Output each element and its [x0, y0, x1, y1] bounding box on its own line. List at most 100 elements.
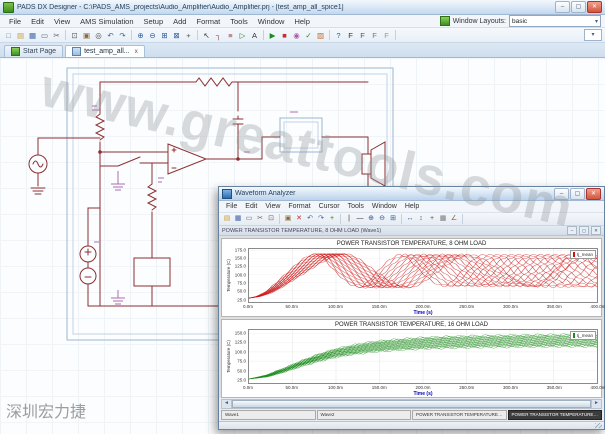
menu-edit[interactable]: Edit — [26, 17, 49, 26]
scrollbar-thumb[interactable] — [232, 400, 591, 408]
copy-icon[interactable]: ⊡ — [266, 214, 276, 224]
supply-sources[interactable] — [80, 208, 100, 306]
output-net-wire[interactable] — [206, 82, 262, 159]
zoom-y-icon[interactable]: ↕ — [416, 214, 426, 224]
check-icon[interactable]: ✓ — [303, 30, 314, 41]
menu-setup[interactable]: Setup — [139, 17, 169, 26]
wave-menu-view[interactable]: View — [261, 203, 284, 210]
undo-icon[interactable]: ↶ — [305, 214, 315, 224]
ground-symbol[interactable] — [111, 171, 125, 190]
add-component-icon[interactable]: ▷ — [237, 30, 248, 41]
tab-start-page[interactable]: Start Page — [4, 45, 63, 57]
paste-icon[interactable]: ▣ — [283, 214, 293, 224]
zoom-in-icon[interactable]: ⊕ — [366, 214, 376, 224]
child-close-button[interactable]: ✕ — [591, 226, 601, 235]
zoom-area-icon[interactable]: ⊠ — [171, 30, 182, 41]
scroll-right-icon[interactable]: ► — [591, 400, 601, 408]
measure-icon[interactable]: ∠ — [449, 214, 459, 224]
color-scheme-icon[interactable]: ▨ — [315, 30, 326, 41]
zoom-full-icon[interactable]: ⊞ — [388, 214, 398, 224]
child-restore-button[interactable]: ▢ — [579, 226, 589, 235]
wave-minimize-button[interactable]: – — [554, 188, 569, 200]
wave-menu-file[interactable]: File — [222, 203, 241, 210]
output-stage-block[interactable] — [280, 118, 322, 152]
wave-titlebar[interactable]: Waveform Analyzer – ▢ ✕ — [219, 187, 604, 201]
delete-icon[interactable]: ✕ — [294, 214, 304, 224]
zoom-out-icon[interactable]: ⊖ — [147, 30, 158, 41]
stop-simulation-icon[interactable]: ■ — [279, 30, 290, 41]
main-titlebar[interactable]: PADS DX Designer - C:\PADS_AMS_projects\… — [0, 0, 605, 15]
redo-icon[interactable]: ↷ — [316, 214, 326, 224]
print-icon[interactable]: ▭ — [39, 30, 50, 41]
plot-area-16ohm[interactable]: tj_mean — [248, 329, 598, 384]
ground-symbol[interactable] — [111, 290, 125, 304]
menu-add[interactable]: Add — [168, 17, 191, 26]
load-resistor[interactable] — [148, 184, 156, 210]
help-icon[interactable]: ? — [333, 30, 344, 41]
zoom-out-icon[interactable]: ⊖ — [377, 214, 387, 224]
zoom-in-icon[interactable]: ⊕ — [135, 30, 146, 41]
save-icon[interactable]: ▦ — [27, 30, 38, 41]
close-button[interactable]: ✕ — [587, 1, 602, 13]
add-bus-icon[interactable]: ≡ — [225, 30, 236, 41]
run-simulation-icon[interactable]: ▶ — [267, 30, 278, 41]
format-underline-icon[interactable]: F — [369, 30, 380, 41]
add-waveform-icon[interactable]: + — [327, 214, 337, 224]
probe-icon[interactable]: ◉ — [291, 30, 302, 41]
waveform-plot-16ohm[interactable] — [249, 330, 597, 383]
wave-maximize-button[interactable]: ▢ — [570, 188, 585, 200]
scroll-left-icon[interactable]: ◄ — [222, 400, 232, 408]
find-icon[interactable]: ◎ — [93, 30, 104, 41]
wave-menu-help[interactable]: Help — [401, 203, 423, 210]
grid-icon[interactable]: ▦ — [438, 214, 448, 224]
add-wire-icon[interactable]: ┐ — [213, 30, 224, 41]
opamp[interactable] — [100, 144, 206, 174]
format-bold-icon[interactable]: F — [345, 30, 356, 41]
bias-block[interactable] — [134, 258, 170, 286]
wave-close-button[interactable]: ✕ — [586, 188, 601, 200]
horizontal-cursor-icon[interactable]: — — [355, 214, 365, 224]
open-icon[interactable]: ▤ — [222, 214, 232, 224]
pan-icon[interactable]: + — [183, 30, 194, 41]
menu-file[interactable]: File — [4, 17, 26, 26]
plot-area-8ohm[interactable]: tj_mean — [248, 248, 598, 303]
toolbar-dropdown[interactable]: ▾ — [584, 29, 602, 41]
menu-tools[interactable]: Tools — [225, 17, 253, 26]
print-icon[interactable]: ▭ — [244, 214, 254, 224]
format-italic-icon[interactable]: F — [357, 30, 368, 41]
wave-menu-format[interactable]: Format — [284, 203, 314, 210]
menu-help[interactable]: Help — [289, 17, 314, 26]
menu-ams-simulation[interactable]: AMS Simulation — [75, 17, 138, 26]
format-style-icon[interactable]: F — [381, 30, 392, 41]
paste-icon[interactable]: ▣ — [81, 30, 92, 41]
open-project-icon[interactable]: ▤ — [15, 30, 26, 41]
redo-icon[interactable]: ↷ — [117, 30, 128, 41]
maximize-button[interactable]: ▢ — [571, 1, 586, 13]
select-cursor-icon[interactable]: ↖ — [201, 30, 212, 41]
new-sheet-icon[interactable]: □ — [3, 30, 14, 41]
resize-grip[interactable] — [595, 423, 602, 428]
window-layouts-select[interactable]: basic ▾ — [509, 15, 601, 27]
wave-menu-window[interactable]: Window — [368, 203, 401, 210]
minimize-button[interactable]: – — [555, 1, 570, 13]
menu-view[interactable]: View — [49, 17, 75, 26]
child-minimize-button[interactable]: – — [567, 226, 577, 235]
input-resistor[interactable] — [96, 114, 104, 140]
cut-icon[interactable]: ✂ — [255, 214, 265, 224]
waveform-plot-8ohm[interactable] — [249, 249, 597, 302]
horizontal-scrollbar[interactable]: ◄ ► — [221, 399, 602, 409]
undo-icon[interactable]: ↶ — [105, 30, 116, 41]
wave-tab-wave2[interactable]: Wave2 — [317, 410, 412, 420]
wave-menu-tools[interactable]: Tools — [344, 203, 368, 210]
cut-icon[interactable]: ✂ — [51, 30, 62, 41]
wave-menu-edit[interactable]: Edit — [241, 203, 261, 210]
vertical-cursor-icon[interactable]: | — [344, 214, 354, 224]
wave-tab-power-transistor-temperature-8-ohm-load-[interactable]: POWER TRANSISTOR TEMPERATURE, 8 OHM LOAD… — [412, 410, 507, 420]
compensation-capacitor[interactable] — [233, 116, 243, 124]
wave-child-titlebar[interactable]: POWER TRANSISTOR TEMPERATURE, 8 OHM LOAD… — [219, 226, 604, 236]
feedback-resistor[interactable] — [196, 78, 232, 86]
ac-source[interactable] — [29, 138, 100, 194]
pan-icon[interactable]: + — [427, 214, 437, 224]
wave-tab-wave1[interactable]: Wave1 — [221, 410, 316, 420]
tab-test-amp-all[interactable]: test_amp_all... x — [65, 45, 145, 57]
